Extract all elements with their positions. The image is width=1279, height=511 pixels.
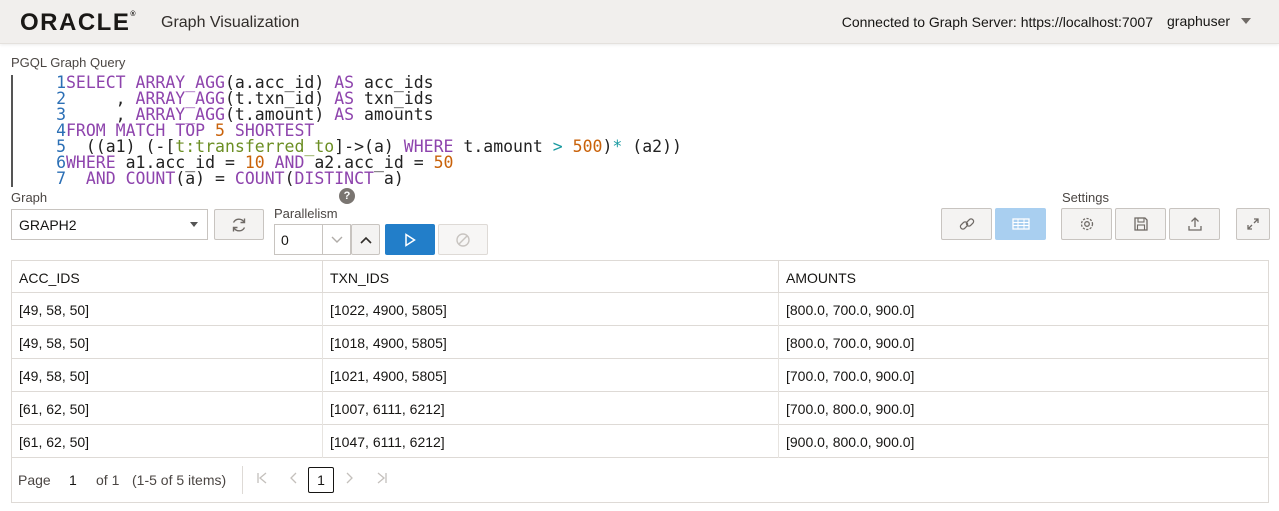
cell-acc-ids: [49, 58, 50]: [19, 302, 90, 318]
cell-amounts: [900.0, 800.0, 900.0]: [786, 434, 915, 450]
cell-txn-ids: [1021, 4900, 5805]: [330, 368, 447, 384]
chevron-down-icon[interactable]: [1241, 18, 1251, 24]
next-page-icon[interactable]: [345, 471, 355, 488]
query-editor[interactable]: 1SELECT ARRAY_AGG(a.acc_id) AS acc_ids 2…: [11, 73, 1011, 187]
page-number-input[interactable]: 1: [69, 472, 77, 488]
app-header: ORACLE® Graph Visualization Connected to…: [0, 0, 1279, 44]
graph-select[interactable]: GRAPH2: [11, 209, 208, 240]
column-divider: [322, 359, 323, 392]
cell-acc-ids: [49, 58, 50]: [19, 335, 90, 351]
code-line: 7 AND COUNT(a) = COUNT(DISTINCT a): [56, 169, 404, 188]
column-header-amounts[interactable]: AMOUNTS: [779, 261, 1268, 293]
help-icon[interactable]: ?: [339, 188, 355, 204]
pagination-bar: Page 1 of 1 (1-5 of 5 items) 1: [12, 458, 1268, 502]
column-divider: [322, 392, 323, 425]
user-menu[interactable]: graphuser: [1167, 13, 1230, 29]
page-total: of 1: [96, 472, 120, 488]
page-label: Page: [18, 472, 51, 488]
column-header-txn-ids[interactable]: TXN_IDS: [323, 261, 778, 293]
oracle-logo: ORACLE®: [20, 9, 136, 36]
cell-amounts: [800.0, 700.0, 900.0]: [786, 335, 915, 351]
previous-page-icon[interactable]: [288, 471, 298, 488]
cell-amounts: [700.0, 700.0, 900.0]: [786, 368, 915, 384]
column-divider: [778, 293, 779, 326]
cell-txn-ids: [1007, 6111, 6212]: [330, 401, 445, 417]
table-row[interactable]: [61, 62, 50] [1047, 6111, 6212] [900.0, …: [12, 425, 1268, 458]
settings-label: Settings: [1062, 190, 1109, 205]
column-divider: [778, 392, 779, 425]
upload-icon: [1187, 217, 1202, 231]
cancel-icon: [456, 232, 470, 247]
link-icon: [959, 218, 974, 230]
gear-icon: [1080, 217, 1093, 231]
column-divider: [322, 425, 323, 458]
cell-txn-ids: [1047, 6111, 6212]: [330, 434, 445, 450]
save-button[interactable]: [1115, 208, 1166, 240]
cell-acc-ids: [61, 62, 50]: [19, 434, 90, 450]
pager-divider: [242, 466, 243, 494]
parallelism-input[interactable]: 0: [274, 224, 322, 255]
column-divider: [322, 293, 323, 326]
parallelism-decrement-button[interactable]: [322, 224, 351, 255]
table-row[interactable]: [49, 58, 50] [1021, 4900, 5805] [700.0, …: [12, 359, 1268, 392]
connection-status: Connected to Graph Server: https://local…: [841, 14, 1153, 30]
chevron-up-icon: [359, 236, 372, 244]
run-query-button[interactable]: [385, 224, 435, 255]
chevron-down-icon[interactable]: [190, 222, 198, 227]
cell-acc-ids: [61, 62, 50]: [19, 401, 90, 417]
items-range: (1-5 of 5 items): [132, 472, 227, 488]
query-label: PGQL Graph Query: [11, 55, 126, 70]
parallelism-increment-button[interactable]: [351, 224, 380, 255]
expand-icon: [1247, 218, 1259, 230]
cell-txn-ids: [1022, 4900, 5805]: [330, 302, 447, 318]
table-row[interactable]: [49, 58, 50] [1018, 4900, 5805] [800.0, …: [12, 326, 1268, 359]
cancel-query-button[interactable]: [438, 224, 488, 255]
app-title: Graph Visualization: [161, 14, 300, 31]
column-divider: [322, 326, 323, 359]
table-icon: [1011, 218, 1030, 230]
refresh-graphs-button[interactable]: [214, 209, 264, 240]
play-icon: [405, 232, 416, 247]
last-page-icon[interactable]: [376, 471, 388, 488]
settings-button[interactable]: [1061, 208, 1112, 240]
cell-amounts: [800.0, 700.0, 900.0]: [786, 302, 915, 318]
parallelism-label: Parallelism: [274, 206, 338, 221]
column-header-acc-ids[interactable]: ACC_IDS: [12, 261, 322, 293]
current-page-button[interactable]: 1: [308, 467, 334, 493]
chevron-down-icon: [331, 236, 342, 243]
graph-label: Graph: [11, 190, 48, 205]
column-divider: [778, 425, 779, 458]
refresh-icon: [232, 217, 246, 232]
table-row[interactable]: [61, 62, 50] [1007, 6111, 6212] [700.0, …: [12, 392, 1268, 425]
table-row[interactable]: [49, 58, 50] [1022, 4900, 5805] [800.0, …: [12, 293, 1268, 326]
results-table: ACC_IDS TXN_IDS AMOUNTS [49, 58, 50] [10…: [11, 260, 1269, 503]
cell-acc-ids: [49, 58, 50]: [19, 368, 90, 384]
cell-amounts: [700.0, 800.0, 900.0]: [786, 401, 915, 417]
column-divider: [778, 359, 779, 392]
column-divider: [778, 326, 779, 359]
export-button[interactable]: [1169, 208, 1220, 240]
table-view-button[interactable]: [995, 208, 1046, 240]
graph-view-button[interactable]: [941, 208, 992, 240]
fullscreen-button[interactable]: [1236, 208, 1270, 240]
save-icon: [1133, 217, 1148, 231]
first-page-icon[interactable]: [256, 471, 268, 488]
cell-txn-ids: [1018, 4900, 5805]: [330, 335, 447, 351]
